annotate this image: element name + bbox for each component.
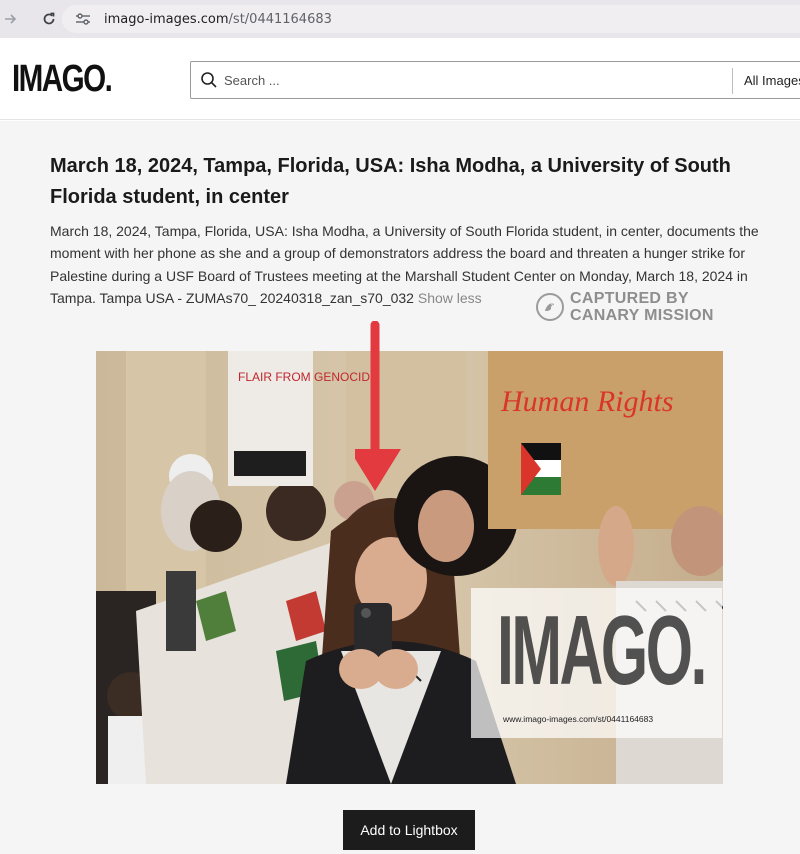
- show-less-link[interactable]: Show less: [418, 290, 482, 306]
- url-text: imago-images.com/st/0441164683: [104, 12, 332, 27]
- page-title: March 18, 2024, Tampa, Florida, USA: Ish…: [50, 155, 731, 208]
- search-scope-dropdown[interactable]: All Images: [744, 73, 800, 88]
- search-divider: [732, 68, 733, 94]
- canary-bird-icon: [536, 293, 564, 321]
- human-rights-sign-text: Human Rights: [500, 385, 674, 418]
- url-host: imago-images.com: [104, 11, 229, 27]
- search-input[interactable]: [224, 72, 724, 88]
- watermark-line-2: CANARY MISSION: [570, 307, 714, 324]
- canary-mission-watermark: CAPTURED BY CANARY MISSION: [536, 290, 714, 324]
- red-arrow-icon: [355, 321, 401, 491]
- search-bar: All Images: [190, 61, 800, 99]
- url-path: /st/0441164683: [228, 11, 332, 27]
- site-logo[interactable]: IMAGO.: [12, 58, 113, 101]
- search-icon[interactable]: [200, 71, 218, 89]
- forward-arrow-icon[interactable]: [0, 8, 22, 30]
- browser-toolbar: imago-images.com/st/0441164683: [0, 0, 800, 38]
- reload-icon[interactable]: [38, 8, 60, 30]
- site-header: IMAGO. All Images: [0, 38, 800, 120]
- imago-watermark-overlay: IMAGO. www.imago-images.com/st/044116468…: [471, 588, 722, 738]
- site-settings-icon[interactable]: [74, 10, 92, 28]
- add-to-lightbox-button[interactable]: Add to Lightbox: [343, 810, 475, 850]
- imago-watermark-url: www.imago-images.com/st/0441164683: [503, 714, 654, 724]
- address-bar[interactable]: imago-images.com/st/0441164683: [62, 5, 800, 33]
- main-photo[interactable]: FLAIR FROM GENOCIDE Human Rights IMAGO. …: [96, 351, 723, 784]
- watermark-line-1: CAPTURED BY: [570, 290, 689, 307]
- main-content: March 18, 2024, Tampa, Florida, USA: Ish…: [0, 121, 800, 854]
- imago-watermark-logo: IMAGO.: [497, 595, 707, 705]
- watermark-text: CAPTURED BY CANARY MISSION: [570, 290, 714, 324]
